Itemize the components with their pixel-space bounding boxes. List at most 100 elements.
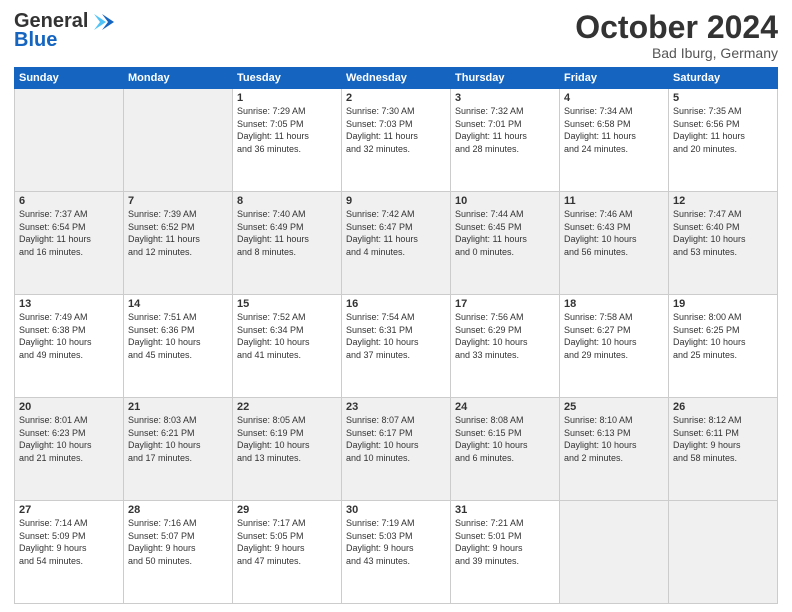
calendar-cell: 25Sunrise: 8:10 AM Sunset: 6:13 PM Dayli… bbox=[560, 398, 669, 501]
logo: General Blue bbox=[14, 10, 114, 52]
calendar-cell: 5Sunrise: 7:35 AM Sunset: 6:56 PM Daylig… bbox=[669, 89, 778, 192]
col-sunday: Sunday bbox=[15, 68, 124, 89]
calendar: Sunday Monday Tuesday Wednesday Thursday… bbox=[14, 67, 778, 604]
calendar-cell: 12Sunrise: 7:47 AM Sunset: 6:40 PM Dayli… bbox=[669, 192, 778, 295]
day-number: 3 bbox=[455, 92, 555, 104]
day-number: 13 bbox=[19, 298, 119, 310]
calendar-cell: 27Sunrise: 7:14 AM Sunset: 5:09 PM Dayli… bbox=[15, 501, 124, 604]
calendar-cell: 2Sunrise: 7:30 AM Sunset: 7:03 PM Daylig… bbox=[342, 89, 451, 192]
calendar-cell: 19Sunrise: 8:00 AM Sunset: 6:25 PM Dayli… bbox=[669, 295, 778, 398]
day-number: 22 bbox=[237, 401, 337, 413]
calendar-cell: 22Sunrise: 8:05 AM Sunset: 6:19 PM Dayli… bbox=[233, 398, 342, 501]
calendar-cell: 1Sunrise: 7:29 AM Sunset: 7:05 PM Daylig… bbox=[233, 89, 342, 192]
calendar-cell: 16Sunrise: 7:54 AM Sunset: 6:31 PM Dayli… bbox=[342, 295, 451, 398]
calendar-cell: 6Sunrise: 7:37 AM Sunset: 6:54 PM Daylig… bbox=[15, 192, 124, 295]
day-number: 1 bbox=[237, 92, 337, 104]
day-info: Sunrise: 7:32 AM Sunset: 7:01 PM Dayligh… bbox=[455, 105, 555, 155]
calendar-cell bbox=[15, 89, 124, 192]
day-number: 12 bbox=[673, 195, 773, 207]
calendar-cell: 21Sunrise: 8:03 AM Sunset: 6:21 PM Dayli… bbox=[124, 398, 233, 501]
day-info: Sunrise: 8:12 AM Sunset: 6:11 PM Dayligh… bbox=[673, 414, 773, 464]
day-info: Sunrise: 7:21 AM Sunset: 5:01 PM Dayligh… bbox=[455, 517, 555, 567]
col-thursday: Thursday bbox=[451, 68, 560, 89]
calendar-week-1: 1Sunrise: 7:29 AM Sunset: 7:05 PM Daylig… bbox=[15, 89, 778, 192]
day-number: 28 bbox=[128, 504, 228, 516]
calendar-week-4: 20Sunrise: 8:01 AM Sunset: 6:23 PM Dayli… bbox=[15, 398, 778, 501]
calendar-cell: 26Sunrise: 8:12 AM Sunset: 6:11 PM Dayli… bbox=[669, 398, 778, 501]
day-info: Sunrise: 7:39 AM Sunset: 6:52 PM Dayligh… bbox=[128, 208, 228, 258]
logo-icon bbox=[88, 12, 114, 32]
col-tuesday: Tuesday bbox=[233, 68, 342, 89]
col-saturday: Saturday bbox=[669, 68, 778, 89]
header: General Blue October 2024 Bad Iburg, Ger… bbox=[14, 10, 778, 61]
day-info: Sunrise: 8:01 AM Sunset: 6:23 PM Dayligh… bbox=[19, 414, 119, 464]
calendar-cell: 7Sunrise: 7:39 AM Sunset: 6:52 PM Daylig… bbox=[124, 192, 233, 295]
calendar-cell: 13Sunrise: 7:49 AM Sunset: 6:38 PM Dayli… bbox=[15, 295, 124, 398]
day-number: 7 bbox=[128, 195, 228, 207]
calendar-cell: 9Sunrise: 7:42 AM Sunset: 6:47 PM Daylig… bbox=[342, 192, 451, 295]
day-number: 30 bbox=[346, 504, 446, 516]
day-info: Sunrise: 7:29 AM Sunset: 7:05 PM Dayligh… bbox=[237, 105, 337, 155]
calendar-week-3: 13Sunrise: 7:49 AM Sunset: 6:38 PM Dayli… bbox=[15, 295, 778, 398]
day-info: Sunrise: 7:49 AM Sunset: 6:38 PM Dayligh… bbox=[19, 311, 119, 361]
page-container: General Blue October 2024 Bad Iburg, Ger… bbox=[0, 0, 792, 612]
day-info: Sunrise: 7:52 AM Sunset: 6:34 PM Dayligh… bbox=[237, 311, 337, 361]
day-number: 8 bbox=[237, 195, 337, 207]
day-number: 5 bbox=[673, 92, 773, 104]
calendar-cell: 29Sunrise: 7:17 AM Sunset: 5:05 PM Dayli… bbox=[233, 501, 342, 604]
calendar-cell: 3Sunrise: 7:32 AM Sunset: 7:01 PM Daylig… bbox=[451, 89, 560, 192]
day-number: 24 bbox=[455, 401, 555, 413]
calendar-week-2: 6Sunrise: 7:37 AM Sunset: 6:54 PM Daylig… bbox=[15, 192, 778, 295]
day-info: Sunrise: 8:10 AM Sunset: 6:13 PM Dayligh… bbox=[564, 414, 664, 464]
day-info: Sunrise: 8:00 AM Sunset: 6:25 PM Dayligh… bbox=[673, 311, 773, 361]
day-info: Sunrise: 7:34 AM Sunset: 6:58 PM Dayligh… bbox=[564, 105, 664, 155]
day-number: 31 bbox=[455, 504, 555, 516]
day-info: Sunrise: 8:07 AM Sunset: 6:17 PM Dayligh… bbox=[346, 414, 446, 464]
calendar-cell: 11Sunrise: 7:46 AM Sunset: 6:43 PM Dayli… bbox=[560, 192, 669, 295]
calendar-cell bbox=[560, 501, 669, 604]
calendar-cell: 23Sunrise: 8:07 AM Sunset: 6:17 PM Dayli… bbox=[342, 398, 451, 501]
day-info: Sunrise: 7:46 AM Sunset: 6:43 PM Dayligh… bbox=[564, 208, 664, 258]
day-info: Sunrise: 7:51 AM Sunset: 6:36 PM Dayligh… bbox=[128, 311, 228, 361]
day-info: Sunrise: 8:08 AM Sunset: 6:15 PM Dayligh… bbox=[455, 414, 555, 464]
day-number: 25 bbox=[564, 401, 664, 413]
day-number: 19 bbox=[673, 298, 773, 310]
logo-blue: Blue bbox=[14, 29, 57, 52]
day-number: 10 bbox=[455, 195, 555, 207]
day-info: Sunrise: 7:56 AM Sunset: 6:29 PM Dayligh… bbox=[455, 311, 555, 361]
day-number: 15 bbox=[237, 298, 337, 310]
calendar-header-row: Sunday Monday Tuesday Wednesday Thursday… bbox=[15, 68, 778, 89]
calendar-cell: 8Sunrise: 7:40 AM Sunset: 6:49 PM Daylig… bbox=[233, 192, 342, 295]
calendar-cell: 15Sunrise: 7:52 AM Sunset: 6:34 PM Dayli… bbox=[233, 295, 342, 398]
month-title: October 2024 bbox=[575, 10, 778, 45]
calendar-cell: 10Sunrise: 7:44 AM Sunset: 6:45 PM Dayli… bbox=[451, 192, 560, 295]
day-info: Sunrise: 7:19 AM Sunset: 5:03 PM Dayligh… bbox=[346, 517, 446, 567]
day-number: 29 bbox=[237, 504, 337, 516]
day-info: Sunrise: 7:30 AM Sunset: 7:03 PM Dayligh… bbox=[346, 105, 446, 155]
col-monday: Monday bbox=[124, 68, 233, 89]
calendar-cell: 14Sunrise: 7:51 AM Sunset: 6:36 PM Dayli… bbox=[124, 295, 233, 398]
day-number: 18 bbox=[564, 298, 664, 310]
day-number: 4 bbox=[564, 92, 664, 104]
day-info: Sunrise: 7:16 AM Sunset: 5:07 PM Dayligh… bbox=[128, 517, 228, 567]
title-section: October 2024 Bad Iburg, Germany bbox=[575, 10, 778, 61]
col-wednesday: Wednesday bbox=[342, 68, 451, 89]
day-number: 20 bbox=[19, 401, 119, 413]
day-number: 21 bbox=[128, 401, 228, 413]
day-info: Sunrise: 7:58 AM Sunset: 6:27 PM Dayligh… bbox=[564, 311, 664, 361]
calendar-cell bbox=[124, 89, 233, 192]
day-info: Sunrise: 7:42 AM Sunset: 6:47 PM Dayligh… bbox=[346, 208, 446, 258]
calendar-cell bbox=[669, 501, 778, 604]
day-number: 23 bbox=[346, 401, 446, 413]
day-number: 14 bbox=[128, 298, 228, 310]
calendar-cell: 30Sunrise: 7:19 AM Sunset: 5:03 PM Dayli… bbox=[342, 501, 451, 604]
day-info: Sunrise: 7:44 AM Sunset: 6:45 PM Dayligh… bbox=[455, 208, 555, 258]
calendar-cell: 20Sunrise: 8:01 AM Sunset: 6:23 PM Dayli… bbox=[15, 398, 124, 501]
location: Bad Iburg, Germany bbox=[575, 45, 778, 61]
calendar-cell: 24Sunrise: 8:08 AM Sunset: 6:15 PM Dayli… bbox=[451, 398, 560, 501]
day-info: Sunrise: 7:17 AM Sunset: 5:05 PM Dayligh… bbox=[237, 517, 337, 567]
day-number: 11 bbox=[564, 195, 664, 207]
day-number: 2 bbox=[346, 92, 446, 104]
day-info: Sunrise: 7:35 AM Sunset: 6:56 PM Dayligh… bbox=[673, 105, 773, 155]
day-number: 9 bbox=[346, 195, 446, 207]
